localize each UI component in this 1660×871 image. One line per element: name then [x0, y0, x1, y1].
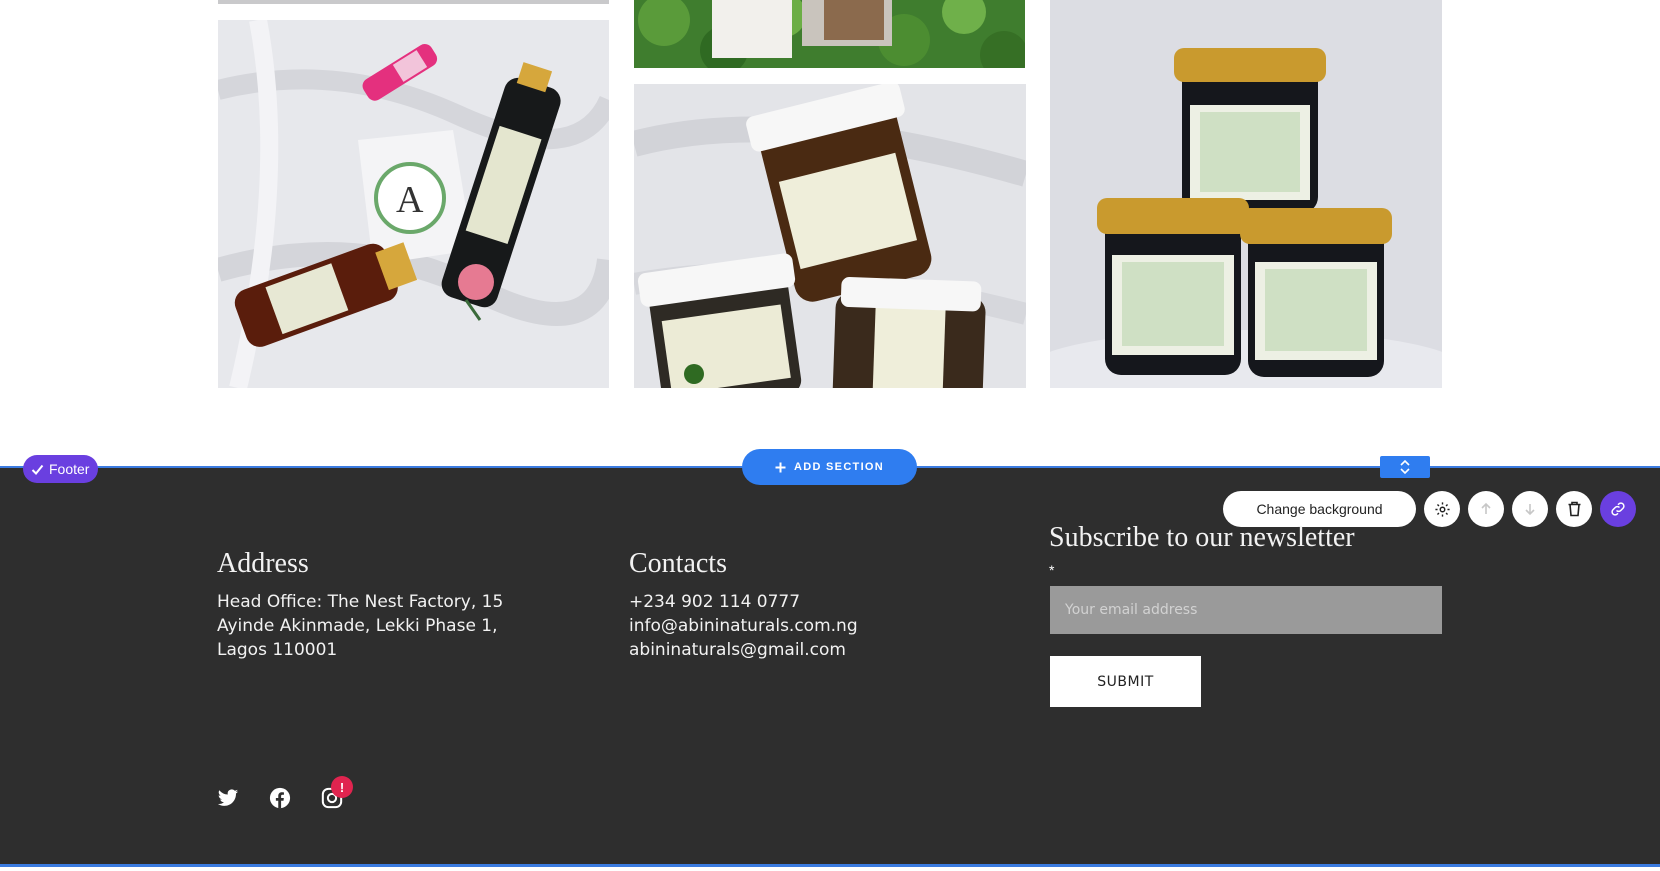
- address-line: Head Office: The Nest Factory, 15: [217, 592, 504, 612]
- add-section-label: ADD SECTION: [793, 461, 885, 473]
- page-bottom-edge: [0, 867, 1660, 871]
- address-text: Head Office: The Nest Factory, 15 Ayinde…: [217, 590, 503, 662]
- delete-section-button[interactable]: [1556, 491, 1592, 527]
- gallery-image-sugar-scrub-jars[interactable]: [1050, 0, 1442, 388]
- section-resize-handle[interactable]: [1380, 456, 1430, 478]
- section-settings-button[interactable]: [1424, 491, 1460, 527]
- contacts-text: +234 902 114 0777 info@abininaturals.com…: [629, 590, 858, 662]
- submit-button[interactable]: SUBMIT: [1050, 656, 1201, 707]
- gallery-image-stacked-jars[interactable]: [634, 84, 1026, 388]
- contact-phone[interactable]: +234 902 114 0777: [629, 590, 858, 614]
- address-line: Ayinde Akinmade, Lekki Phase 1,: [217, 616, 498, 636]
- facebook-link[interactable]: [267, 785, 293, 811]
- arrow-up-icon: [1481, 502, 1491, 514]
- notification-badge[interactable]: !: [331, 776, 353, 798]
- required-marker: *: [1049, 562, 1055, 578]
- move-section-up-button[interactable]: [1468, 491, 1504, 527]
- link-icon: [1611, 502, 1625, 516]
- trash-icon: [1568, 501, 1580, 517]
- link-section-button[interactable]: [1600, 491, 1636, 527]
- gallery-image-partial: [218, 0, 609, 4]
- add-section-button[interactable]: ADD SECTION: [742, 449, 917, 485]
- newsletter-heading: Subscribe to our newsletter: [1049, 522, 1355, 553]
- contact-email[interactable]: abininaturals@gmail.com: [629, 638, 858, 662]
- address-line: Lagos 110001: [217, 640, 338, 660]
- move-section-down-button[interactable]: [1512, 491, 1548, 527]
- gallery-image-toner-and-oil[interactable]: A: [218, 20, 609, 388]
- twitter-icon: [217, 788, 239, 806]
- section-badge-footer[interactable]: Footer: [23, 455, 99, 483]
- gear-icon: [1434, 501, 1450, 517]
- svg-text:A: A: [396, 179, 424, 221]
- gallery-image-box-on-leaves[interactable]: [634, 0, 1025, 68]
- facebook-icon: [269, 787, 291, 809]
- email-field[interactable]: [1050, 586, 1442, 634]
- contact-email[interactable]: info@abininaturals.com.ng: [629, 614, 858, 638]
- change-background-label: Change background: [1256, 501, 1383, 517]
- twitter-link[interactable]: [215, 785, 241, 811]
- arrow-down-icon: [1525, 504, 1535, 516]
- checkmark-icon: [31, 464, 44, 475]
- plus-icon: [775, 462, 786, 472]
- chevron-up-down-icon: [1400, 459, 1410, 475]
- contacts-heading: Contacts: [629, 548, 727, 579]
- section-badge-label: Footer: [49, 461, 90, 477]
- address-heading: Address: [217, 548, 309, 579]
- footer-section[interactable]: [0, 467, 1660, 866]
